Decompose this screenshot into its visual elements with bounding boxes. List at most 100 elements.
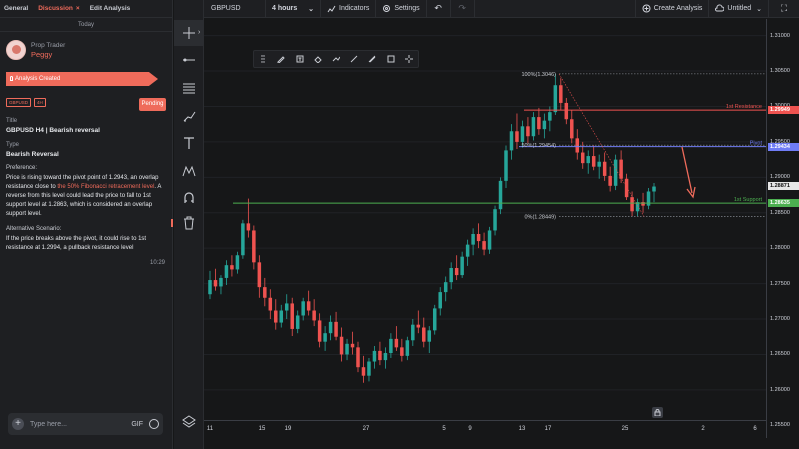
candle-body: [246, 223, 251, 231]
candle-body: [230, 265, 234, 270]
fullscreen-button[interactable]: ⛶: [769, 0, 799, 18]
text-box-icon[interactable]: [290, 50, 308, 68]
plus-icon[interactable]: +: [12, 418, 24, 430]
message-input[interactable]: [30, 417, 132, 431]
undo-icon: ↶: [434, 3, 442, 13]
close-icon[interactable]: ×: [76, 5, 80, 12]
chevron-right-icon[interactable]: ›: [198, 29, 200, 36]
price-chart[interactable]: 1st Resistance Pivot 1st Support 100%(1.304…: [204, 19, 766, 438]
tab-edit-analysis[interactable]: Edit Analysis: [90, 5, 131, 12]
time-tick-label: 25: [621, 426, 629, 432]
clone-icon[interactable]: [363, 50, 381, 68]
fib-level-label: 50%(1.29454): [521, 143, 556, 149]
redo-button[interactable]: ↷: [451, 0, 475, 18]
candle-body: [345, 343, 349, 355]
candle-body: [476, 234, 481, 242]
status-button[interactable]: Pending: [139, 98, 166, 111]
crosshair-icon[interactable]: [400, 50, 418, 68]
rect-icon[interactable]: [382, 50, 400, 68]
candle-body: [460, 256, 464, 276]
avatar[interactable]: [6, 40, 26, 60]
candle-body: [630, 197, 634, 212]
candle-body: [411, 324, 415, 341]
fib-level-label: 0%(1.28449): [525, 214, 557, 220]
layers-icon[interactable]: [174, 408, 204, 434]
style-icon[interactable]: [327, 50, 345, 68]
settings-label: Settings: [394, 5, 420, 12]
create-analysis-button[interactable]: Create Analysis: [636, 0, 710, 18]
pencil-icon[interactable]: [272, 50, 290, 68]
alt-scenario-label: Alternative Scenario:: [6, 226, 62, 232]
status-banner: Analysis Created: [6, 72, 158, 86]
horizontal-line-icon[interactable]: [174, 47, 204, 73]
symbol-selector[interactable]: GBPUSD: [204, 0, 266, 18]
layout-selector[interactable]: Untitled ⌄: [709, 0, 769, 18]
type-value: Bearish Reversal: [6, 151, 59, 158]
brush-icon[interactable]: [174, 103, 204, 129]
alt-scenario-text: If the price breaks above the pivot, it …: [6, 236, 147, 251]
author-block: Prop Trader Peggy: [6, 40, 65, 60]
tab-general[interactable]: General: [4, 5, 28, 12]
price-tick-label: 1.30500: [770, 68, 790, 75]
fill-icon[interactable]: [309, 50, 327, 68]
candle-body: [422, 327, 426, 342]
symbol-tag: GBPUSD: [6, 98, 32, 107]
candle-body: [367, 361, 371, 376]
candle-body: [323, 333, 327, 342]
price-tick-label: 1.28500: [770, 209, 790, 216]
candle-body: [383, 353, 388, 361]
fib-retracement-icon[interactable]: [174, 75, 204, 101]
pattern-icon[interactable]: [174, 158, 204, 184]
candle-body: [432, 308, 437, 331]
price-axis[interactable]: 1.310001.305001.300001.295001.290001.285…: [766, 19, 799, 438]
panel-resize-handle[interactable]: [171, 219, 173, 227]
preference-highlight: the 50% Fibonacci retracement level: [57, 184, 155, 190]
candle-body: [548, 112, 552, 121]
candle-body: [400, 347, 404, 356]
candle-body: [613, 159, 618, 186]
candle-body: [427, 330, 432, 342]
tab-discussion[interactable]: Discussion ×: [38, 5, 79, 12]
time-tick-label: 27: [362, 426, 370, 432]
candle-body: [274, 310, 278, 323]
text-icon[interactable]: [174, 130, 204, 156]
level-label: Pivot: [750, 141, 763, 147]
candle-body: [624, 178, 629, 198]
candle-body: [301, 301, 305, 316]
price-tick-label: 1.27500: [770, 280, 790, 287]
tag-list: GBPUSD 4H: [6, 98, 49, 107]
emoji-icon[interactable]: [149, 419, 159, 429]
time-tick-label: 11: [206, 426, 214, 432]
candle-body: [526, 126, 530, 137]
candle-body: [268, 297, 273, 311]
price-tick-label: 1.29000: [770, 174, 790, 181]
settings-button[interactable]: Settings: [376, 0, 427, 18]
candle-body: [438, 292, 442, 309]
gif-button[interactable]: GIF: [131, 421, 143, 428]
drag-handle-icon[interactable]: [254, 50, 272, 68]
redo-icon: ↷: [458, 3, 466, 13]
candle-body: [619, 159, 623, 179]
candle-body: [454, 268, 459, 276]
candle-body: [405, 340, 410, 356]
title-label: Title: [6, 118, 18, 124]
timeframe-selector[interactable]: 4 hours ⌄: [266, 0, 321, 18]
candle-body: [570, 119, 574, 139]
candle-body: [608, 175, 612, 186]
time-axis[interactable]: 11 15 19 27 5 9 13 17 25 2 6: [204, 420, 766, 449]
lock-icon[interactable]: [652, 407, 663, 418]
candle-body: [531, 117, 536, 137]
date-separator: Today: [0, 18, 172, 32]
candle-body: [279, 310, 284, 323]
magnet-icon[interactable]: [174, 185, 204, 211]
line-icon[interactable]: [345, 50, 363, 68]
candle-body: [602, 161, 607, 176]
candle-body: [290, 303, 294, 329]
indicators-button[interactable]: Indicators: [321, 0, 377, 18]
candle-body: [487, 230, 492, 250]
undo-button[interactable]: ↶: [427, 0, 451, 18]
price-tag: 1.29434: [768, 142, 799, 151]
author-name[interactable]: Peggy: [31, 50, 65, 59]
trash-icon[interactable]: [174, 210, 204, 236]
chart-toolbar: GBPUSD 4 hours ⌄ Indicators Settings ↶ ↷ …: [204, 0, 799, 18]
